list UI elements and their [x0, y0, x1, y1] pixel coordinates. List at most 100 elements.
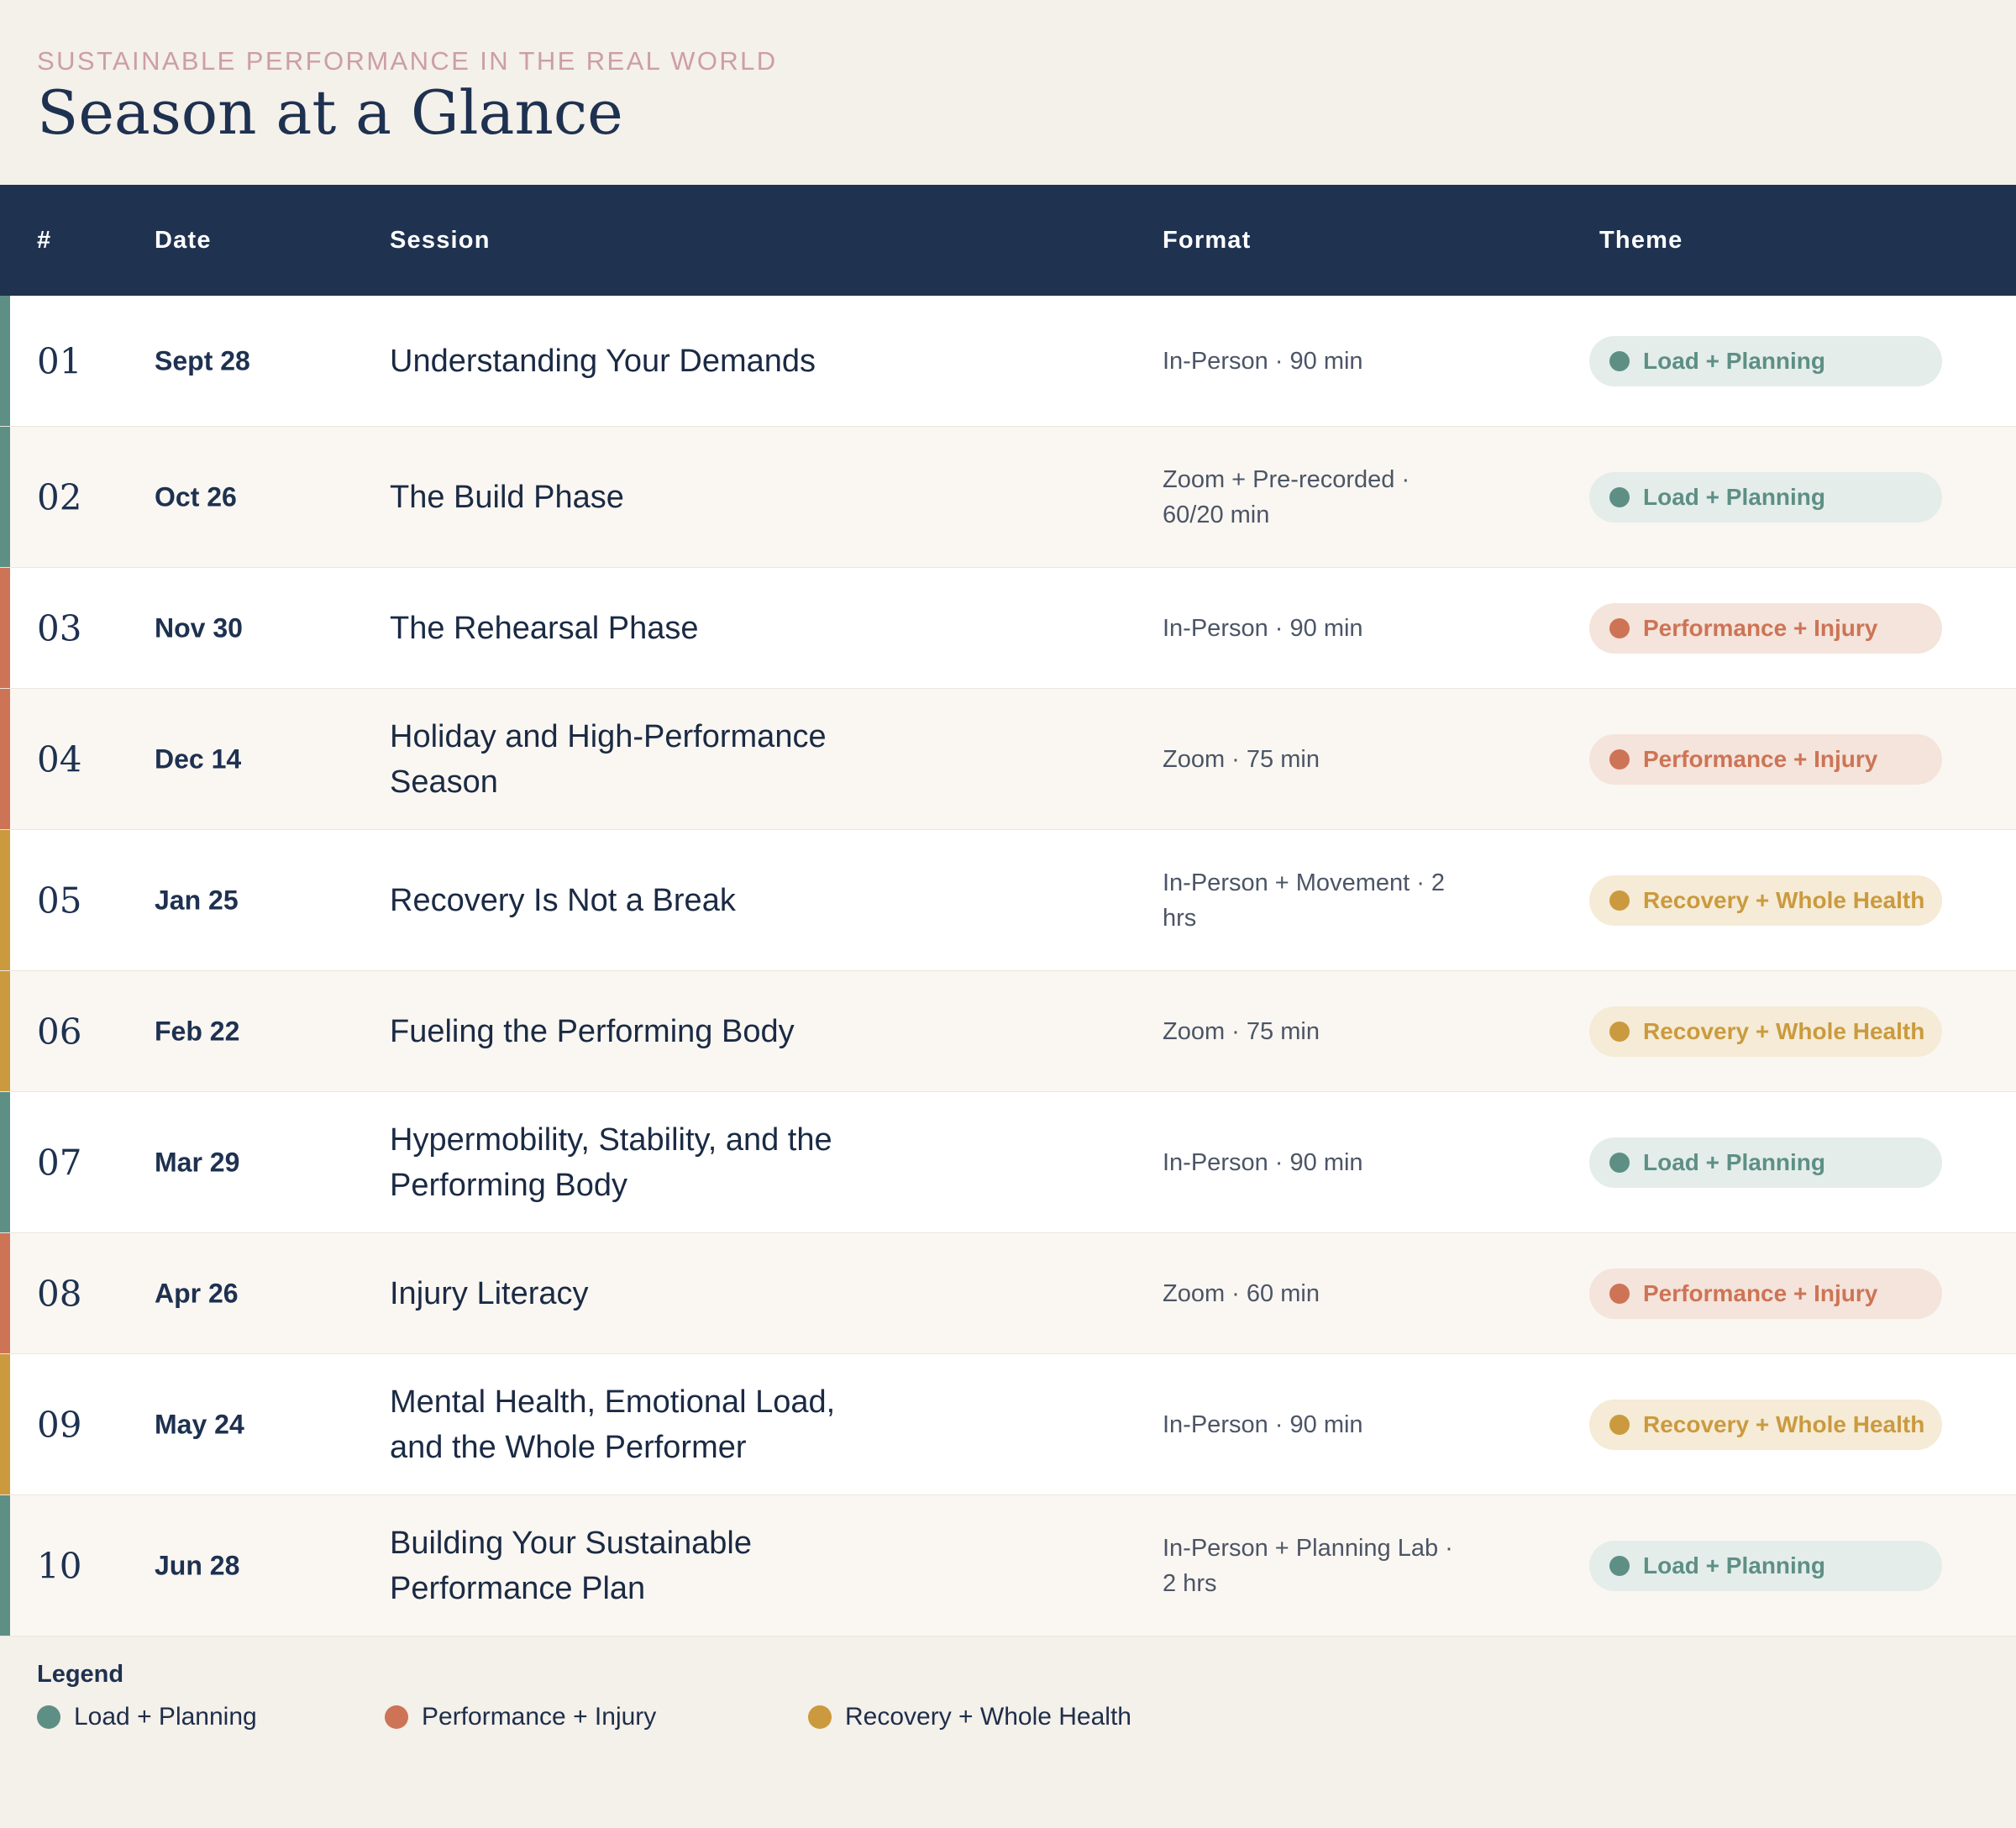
theme-badge-label: Load + Planning — [1643, 483, 1826, 510]
legend-item-label: Recovery + Whole Health — [845, 1703, 1131, 1731]
session-number: 01 — [37, 340, 82, 381]
session-date: Oct 26 — [155, 481, 237, 512]
theme-dot-icon — [1609, 1414, 1630, 1435]
session-date: Dec 14 — [155, 743, 242, 774]
session-number: 09 — [37, 1404, 82, 1445]
session-format: Zoom · 75 min — [1163, 1017, 1320, 1045]
table-row: 08 Apr 26 Injury Literacy Zoom · 60 min Perf… — [0, 1233, 2016, 1354]
theme-dot-icon — [1609, 350, 1630, 371]
theme-badge-label: Load + Planning — [1643, 1552, 1826, 1578]
theme-badge-label: Recovery + Whole Health — [1643, 1017, 1925, 1044]
theme-stripe — [0, 568, 10, 688]
session-title: Hypermobility, Stability, and the Perfor… — [390, 1121, 832, 1203]
legend-item-label: Load + Planning — [74, 1703, 257, 1731]
session-number: 02 — [37, 476, 82, 517]
theme-badge-label: Recovery + Whole Health — [1643, 1410, 1925, 1437]
theme-badge: Load + Planning — [1589, 1137, 1942, 1188]
table-row: 06 Feb 22 Fueling the Performing Body Zoom … — [0, 971, 2016, 1092]
theme-badge-label: Performance + Injury — [1643, 614, 1878, 641]
theme-dot-icon — [1609, 1021, 1630, 1042]
legend-title: Legend — [37, 1661, 124, 1688]
session-date: Mar 29 — [155, 1147, 240, 1177]
theme-badge-label: Load + Planning — [1643, 347, 1826, 374]
page-title: Season at a Glance — [37, 77, 623, 148]
session-format: In-Person · 90 min — [1163, 1148, 1363, 1176]
legend-dot-icon — [385, 1705, 408, 1729]
table-row: 04 Dec 14 Holiday and High-Performance Sea… — [0, 689, 2016, 830]
theme-badge: Recovery + Whole Health — [1589, 1399, 1942, 1450]
legend-item: Recovery + Whole Health — [808, 1703, 1131, 1731]
theme-badge: Performance + Injury — [1589, 733, 1942, 785]
theme-badge-label: Recovery + Whole Health — [1643, 886, 1925, 913]
theme-stripe — [0, 296, 10, 426]
table-row: 10 Jun 28 Building Your Sustainable Perfor… — [0, 1495, 2016, 1636]
theme-badge-label: Load + Planning — [1643, 1148, 1826, 1175]
schedule-table-body: 01 Sept 28 Understanding Your Demands In-Pe… — [0, 296, 2016, 1636]
theme-stripe — [0, 1092, 10, 1232]
session-format: In-Person · 90 min — [1163, 347, 1363, 375]
table-row: 03 Nov 30 The Rehearsal Phase In-Person · 9… — [0, 568, 2016, 689]
theme-stripe — [0, 830, 10, 970]
legend-item: Performance + Injury — [385, 1703, 656, 1731]
session-number: 05 — [37, 880, 82, 921]
session-format: Zoom · 75 min — [1163, 745, 1320, 773]
theme-dot-icon — [1609, 1152, 1630, 1173]
theme-badge: Load + Planning — [1589, 471, 1942, 523]
table-header: # Date Session Format Theme — [0, 185, 2016, 296]
legend-item: Load + Planning — [37, 1703, 257, 1731]
session-title: Understanding Your Demands — [390, 343, 816, 379]
theme-badge-label: Performance + Injury — [1643, 1279, 1878, 1306]
column-header-format: Format — [1163, 227, 1252, 254]
session-title: Mental Health, Emotional Load, and the W… — [390, 1384, 836, 1465]
theme-badge: Recovery + Whole Health — [1589, 1006, 1942, 1057]
session-title: Building Your Sustainable Performance Pl… — [390, 1525, 753, 1606]
theme-stripe — [0, 427, 10, 567]
session-title: The Build Phase — [390, 479, 624, 515]
column-header-number: # — [37, 227, 52, 254]
session-date: Nov 30 — [155, 612, 243, 643]
table-row: 01 Sept 28 Understanding Your Demands In-Pe… — [0, 296, 2016, 427]
theme-dot-icon — [1609, 1283, 1630, 1304]
session-title: Injury Literacy — [390, 1275, 589, 1311]
session-date: Jan 25 — [155, 885, 239, 915]
session-date: May 24 — [155, 1409, 244, 1439]
session-title: Holiday and High-Performance Season — [390, 718, 827, 800]
column-header-theme: Theme — [1599, 227, 1683, 254]
session-date: Jun 28 — [155, 1550, 240, 1580]
legend-item-label: Performance + Injury — [422, 1703, 657, 1731]
table-row: 09 May 24 Mental Health, Emotional Load, a… — [0, 1354, 2016, 1495]
session-date: Apr 26 — [155, 1278, 239, 1308]
theme-badge: Load + Planning — [1589, 1540, 1942, 1591]
session-title: Fueling the Performing Body — [390, 1013, 795, 1049]
session-title: The Rehearsal Phase — [390, 610, 699, 646]
session-format: In-Person + Movement · 2 hrs — [1163, 869, 1446, 932]
theme-badge: Recovery + Whole Health — [1589, 875, 1942, 926]
theme-stripe — [0, 689, 10, 829]
theme-stripe — [0, 971, 10, 1091]
legend-items: Load + Planning Performance + Injury Recov… — [37, 1703, 1979, 1736]
table-row: 05 Jan 25 Recovery Is Not a Break In-Person… — [0, 830, 2016, 971]
legend-dot-icon — [808, 1705, 832, 1729]
session-number: 03 — [37, 607, 82, 649]
session-format: Zoom + Pre-recorded · 60/20 min — [1163, 465, 1410, 528]
column-header-session: Session — [390, 227, 491, 254]
session-number: 08 — [37, 1273, 82, 1314]
session-format: In-Person · 90 min — [1163, 614, 1363, 642]
session-date: Feb 22 — [155, 1016, 240, 1046]
theme-dot-icon — [1609, 617, 1630, 638]
theme-badge-label: Performance + Injury — [1643, 745, 1878, 772]
page-eyebrow: SUSTAINABLE PERFORMANCE IN THE REAL WORL… — [37, 46, 778, 76]
theme-dot-icon — [1609, 486, 1630, 507]
theme-stripe — [0, 1233, 10, 1353]
theme-stripe — [0, 1495, 10, 1636]
theme-badge: Performance + Injury — [1589, 1268, 1942, 1319]
table-row: 02 Oct 26 The Build Phase Zoom + Pre-record… — [0, 427, 2016, 568]
session-number: 10 — [37, 1545, 82, 1586]
session-format: In-Person · 90 min — [1163, 1410, 1363, 1438]
theme-stripe — [0, 1354, 10, 1494]
column-header-date: Date — [155, 227, 212, 254]
session-number: 04 — [37, 738, 82, 780]
session-number: 06 — [37, 1011, 82, 1052]
legend: Legend Load + Planning Performance + Inju… — [37, 1626, 1979, 1736]
theme-dot-icon — [1609, 890, 1630, 911]
